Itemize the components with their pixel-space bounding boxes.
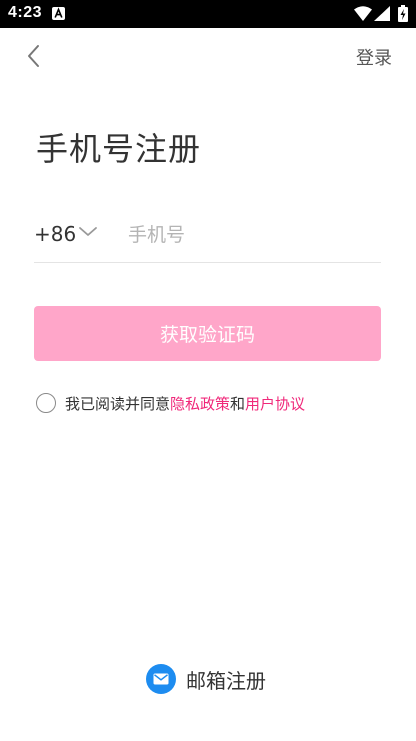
agree-checkbox[interactable] bbox=[36, 393, 56, 413]
email-register-button[interactable]: 邮箱注册 bbox=[146, 663, 266, 695]
agreement-and: 和 bbox=[230, 394, 246, 413]
privacy-policy-link[interactable]: 隐私政策 bbox=[170, 395, 230, 413]
mail-icon bbox=[146, 664, 176, 694]
login-link[interactable]: 登录 bbox=[356, 44, 392, 70]
signal-icon bbox=[374, 6, 390, 21]
back-button[interactable] bbox=[22, 42, 46, 70]
chevron-down-icon[interactable] bbox=[78, 225, 98, 239]
phone-input[interactable] bbox=[126, 218, 380, 252]
agreement-prefix: 我已阅读并同意 bbox=[65, 394, 171, 413]
email-register-label: 邮箱注册 bbox=[186, 668, 266, 693]
status-time: 4:23 bbox=[8, 4, 43, 21]
user-agreement-link[interactable]: 用户协议 bbox=[245, 395, 305, 413]
page-title: 手机号注册 bbox=[36, 130, 202, 168]
status-bar: 4:23 bbox=[0, 0, 416, 28]
battery-charging-icon bbox=[398, 5, 408, 22]
chevron-left-icon bbox=[28, 45, 39, 67]
get-code-label: 获取验证码 bbox=[159, 324, 255, 346]
agreement-text: 我已阅读并同意隐私政策和用户协议 bbox=[65, 393, 305, 414]
country-code-selector[interactable]: +86 bbox=[34, 222, 76, 246]
get-code-button[interactable]: 获取验证码 bbox=[34, 306, 381, 361]
a-icon bbox=[52, 7, 65, 20]
phone-row: +86 bbox=[34, 212, 381, 263]
agreement-row: 我已阅读并同意隐私政策和用户协议 bbox=[36, 391, 305, 415]
wifi-icon bbox=[354, 6, 372, 21]
